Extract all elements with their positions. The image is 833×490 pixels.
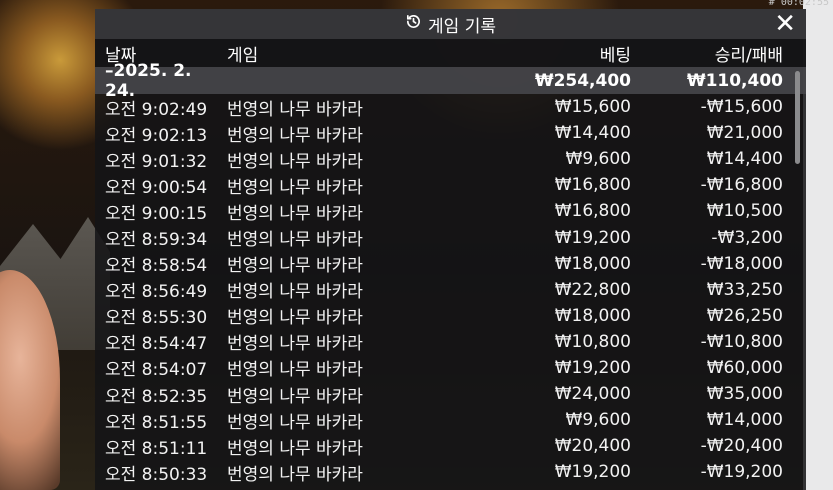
table-row[interactable]: 오전 9:00:54 번영의 나무 바카라 ₩16,800 -₩16,800 bbox=[95, 172, 806, 198]
row-winloss: ₩33,250 bbox=[706, 279, 783, 300]
table-row[interactable]: 오전 8:51:55 번영의 나무 바카라 ₩9,600 ₩14,000 bbox=[95, 407, 806, 433]
row-game: 번영의 나무 바카라 bbox=[227, 230, 363, 251]
table-row[interactable]: 오전 9:01:32 번영의 나무 바카라 ₩9,600 ₩14,400 bbox=[95, 146, 806, 172]
row-winloss: -₩15,600 bbox=[700, 97, 783, 118]
table-row[interactable]: 오전 8:52:35 번영의 나무 바카라 ₩24,000 ₩35,000 bbox=[95, 381, 806, 407]
row-winloss: ₩14,000 bbox=[706, 410, 783, 431]
row-winloss: -₩20,400 bbox=[700, 436, 783, 457]
row-winloss: -₩10,800 bbox=[700, 331, 783, 352]
history-list: 오전 9:02:49 번영의 나무 바카라 ₩15,600 -₩15,600 오전 9:… bbox=[95, 94, 806, 485]
row-bet: ₩19,200 bbox=[554, 227, 631, 248]
row-game: 번영의 나무 바카라 bbox=[227, 386, 363, 407]
row-game: 번영의 나무 바카라 bbox=[227, 464, 363, 485]
row-time: 오전 8:51:55 bbox=[105, 412, 208, 433]
scrollbar[interactable] bbox=[795, 71, 800, 164]
row-game: 번영의 나무 바카라 bbox=[227, 412, 363, 433]
table-row[interactable]: 오전 9:02:13 번영의 나무 바카라 ₩14,400 ₩21,000 bbox=[95, 120, 806, 146]
table-row[interactable]: 오전 8:56:49 번영의 나무 바카라 ₩22,800 ₩33,250 bbox=[95, 277, 806, 303]
row-bet: ₩9,600 bbox=[565, 410, 631, 431]
row-bet: ₩24,000 bbox=[554, 384, 631, 405]
dialog-title: 게임 기록 bbox=[428, 16, 496, 37]
row-game: 번영의 나무 바카라 bbox=[227, 360, 363, 381]
table-row[interactable]: 오전 8:54:47 번영의 나무 바카라 ₩10,800 -₩10,800 bbox=[95, 329, 806, 355]
row-bet: ₩14,400 bbox=[554, 123, 631, 144]
row-bet: ₩10,800 bbox=[554, 331, 631, 352]
row-time: 오전 9:02:49 bbox=[105, 99, 208, 120]
history-icon bbox=[405, 13, 422, 35]
row-time: 오전 8:58:54 bbox=[105, 256, 208, 277]
row-game: 번영의 나무 바카라 bbox=[227, 151, 363, 172]
row-game: 번영의 나무 바카라 bbox=[227, 438, 363, 459]
column-header-bet[interactable]: 베팅 bbox=[443, 41, 631, 66]
table-row[interactable]: 오전 8:54:07 번영의 나무 바카라 ₩19,200 ₩60,000 bbox=[95, 355, 806, 381]
table-row[interactable]: 오전 8:59:34 번영의 나무 바카라 ₩19,200 -₩3,200 bbox=[95, 224, 806, 251]
row-time: 오전 8:50:33 bbox=[105, 464, 208, 485]
row-time: 오전 8:54:47 bbox=[105, 334, 208, 355]
row-winloss: ₩10,500 bbox=[706, 201, 783, 222]
row-winloss: -₩3,200 bbox=[711, 227, 783, 248]
row-winloss: ₩14,400 bbox=[706, 149, 783, 170]
row-game: 번영의 나무 바카라 bbox=[227, 282, 363, 303]
date-summary-row[interactable]: –2025. 2. 24. ₩254,400 ₩110,400 bbox=[95, 61, 806, 101]
row-bet: ₩19,200 bbox=[554, 462, 631, 483]
row-bet: ₩16,800 bbox=[554, 201, 631, 222]
table-row[interactable]: 오전 8:50:33 번영의 나무 바카라 ₩19,200 -₩19,200 bbox=[95, 459, 806, 485]
row-game: 번영의 나무 바카라 bbox=[227, 125, 363, 146]
row-game: 번영의 나무 바카라 bbox=[227, 203, 363, 224]
table-row[interactable]: 오전 8:51:11 번영의 나무 바카라 ₩20,400 -₩20,400 bbox=[95, 433, 806, 459]
row-winloss: -₩18,000 bbox=[700, 253, 783, 274]
row-winloss: ₩26,250 bbox=[706, 305, 783, 326]
row-time: 오전 8:52:35 bbox=[105, 386, 208, 407]
row-bet: ₩19,200 bbox=[554, 357, 631, 378]
row-time: 오전 8:54:07 bbox=[105, 360, 208, 381]
row-time: 오전 9:02:13 bbox=[105, 125, 208, 146]
row-bet: ₩15,600 bbox=[554, 97, 631, 118]
row-game: 번영의 나무 바카라 bbox=[227, 334, 363, 355]
row-winloss: ₩60,000 bbox=[706, 357, 783, 378]
summary-bet: ₩254,400 bbox=[534, 70, 631, 91]
row-time: 오전 8:56:49 bbox=[105, 282, 208, 303]
close-button[interactable]: ✕ bbox=[774, 11, 796, 37]
row-time: 오전 9:01:32 bbox=[105, 151, 208, 172]
table-row[interactable]: 오전 8:55:30 번영의 나무 바카라 ₩18,000 ₩26,250 bbox=[95, 303, 806, 329]
column-header-game[interactable]: 게임 bbox=[227, 41, 443, 66]
row-bet: ₩16,800 bbox=[554, 175, 631, 196]
row-game: 번영의 나무 바카라 bbox=[227, 308, 363, 329]
row-winloss: -₩19,200 bbox=[700, 462, 783, 483]
row-game: 번영의 나무 바카라 bbox=[227, 99, 363, 120]
row-winloss: -₩16,800 bbox=[700, 175, 783, 196]
side-strip bbox=[803, 0, 833, 490]
row-time: 오전 8:59:34 bbox=[105, 230, 208, 251]
dialog-titlebar: 게임 기록 ✕ bbox=[95, 9, 806, 39]
row-winloss: ₩35,000 bbox=[706, 384, 783, 405]
row-winloss: ₩21,000 bbox=[706, 123, 783, 144]
row-bet: ₩18,000 bbox=[554, 253, 631, 274]
row-bet: ₩22,800 bbox=[554, 279, 631, 300]
row-time: 오전 8:51:11 bbox=[105, 438, 208, 459]
table-row[interactable]: 오전 8:58:54 번영의 나무 바카라 ₩18,000 -₩18,000 bbox=[95, 251, 806, 277]
column-header-winloss[interactable]: 승리/패배 bbox=[631, 41, 783, 66]
row-bet: ₩9,600 bbox=[565, 149, 631, 170]
row-game: 번영의 나무 바카라 bbox=[227, 256, 363, 277]
row-bet: ₩18,000 bbox=[554, 305, 631, 326]
table-row[interactable]: 오전 9:02:49 번영의 나무 바카라 ₩15,600 -₩15,600 bbox=[95, 94, 806, 120]
summary-winloss: ₩110,400 bbox=[686, 70, 783, 91]
row-time: 오전 8:55:30 bbox=[105, 308, 208, 329]
row-game: 번영의 나무 바카라 bbox=[227, 177, 363, 198]
table-row[interactable]: 오전 9:00:15 번영의 나무 바카라 ₩16,800 ₩10,500 bbox=[95, 198, 806, 224]
row-time: 오전 9:00:15 bbox=[105, 203, 208, 224]
game-history-dialog: 게임 기록 ✕ 날짜 게임 베팅 승리/패배 –2025. 2. 24. ₩25… bbox=[95, 9, 806, 490]
session-timer: # 00:02:55 bbox=[768, 0, 829, 8]
row-bet: ₩20,400 bbox=[554, 436, 631, 457]
row-time: 오전 9:00:54 bbox=[105, 177, 208, 198]
